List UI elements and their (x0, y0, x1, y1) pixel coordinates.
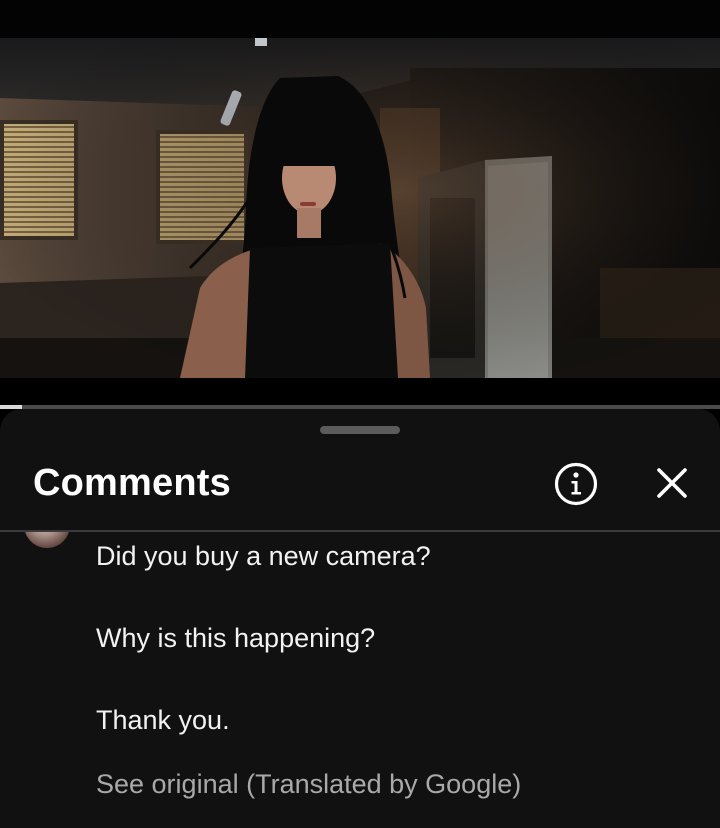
comments-sheet: Comments Did you buy a new camera? Why i… (0, 409, 720, 828)
comment-item: Did you buy a new camera? Why is this ha… (0, 532, 720, 828)
avatar[interactable] (24, 532, 70, 548)
comment-text-line: Thank you. (96, 705, 230, 735)
info-circle-icon (554, 462, 598, 506)
info-button[interactable] (553, 461, 599, 507)
more-options-icon[interactable] (664, 532, 674, 534)
comment-text-line: Did you buy a new camera? (96, 541, 431, 571)
app-screen: Comments Did you buy a new camera? Why i… (0, 0, 720, 828)
video-frame (0, 38, 720, 378)
comments-title: Comments (33, 462, 231, 504)
comment-text-line: Why is this happening? (96, 623, 376, 653)
status-bar (0, 0, 720, 38)
see-original-link[interactable]: See original (Translated by Google) (96, 768, 521, 800)
close-x-icon (657, 468, 687, 498)
close-button[interactable] (648, 459, 696, 507)
comments-header: Comments (0, 439, 720, 529)
drag-handle[interactable] (320, 426, 400, 434)
video-letterbox (0, 378, 720, 405)
video-player[interactable] (0, 38, 720, 378)
